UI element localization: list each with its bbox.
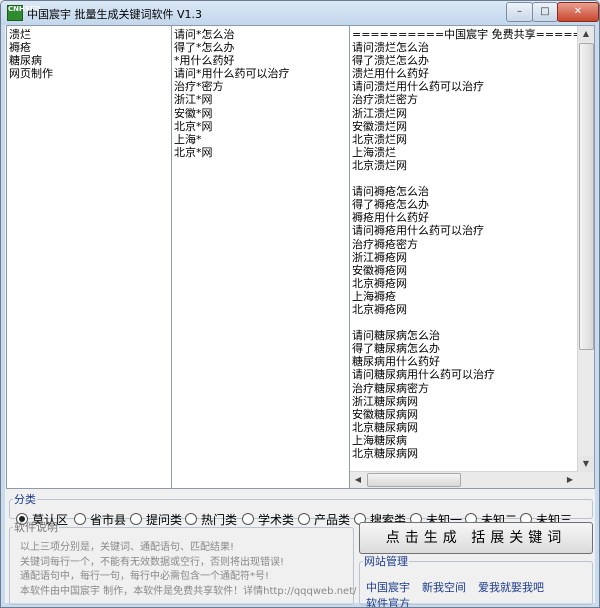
- description-line: 关键词每行一个，不能有无效数据或空行，否则将出现错误!: [20, 556, 285, 568]
- site-link-2[interactable]: 新我空间: [422, 581, 466, 594]
- site-link-1[interactable]: 中国宸宇: [366, 581, 410, 594]
- result-line: 浙江糖尿病网: [352, 394, 418, 408]
- template-line: 浙江*网: [174, 93, 213, 107]
- result-line: 安徽溃烂网: [352, 119, 407, 133]
- result-line: 北京糖尿病网: [352, 420, 418, 434]
- template-line: 治疗*密方: [174, 80, 224, 94]
- templates-textarea[interactable]: 请问*怎么治 得了*怎么办 *用什么药好 请问*用什么药可以治疗 治疗*密方 浙江*网 安徽…: [171, 25, 350, 489]
- description-text: 以上三项分别是，关键词、通配语句、匹配结果! 关键词每行一个，不能有无效数据或空行…: [20, 541, 357, 599]
- title-bar[interactable]: CNHSEO 中国宸宇 批量生成关键词软件 V1.3 – □ ✕: [1, 1, 599, 25]
- results-textarea[interactable]: ==========中国宸宇 免费共享==================请问溃…: [349, 25, 595, 489]
- result-line: 得了褥疮怎么办: [352, 198, 429, 212]
- close-button[interactable]: ✕: [557, 2, 599, 22]
- template-line: 北京*网: [174, 119, 213, 133]
- result-line: 安徽褥疮网: [352, 263, 407, 277]
- templates-lines: 请问*怎么治 得了*怎么办 *用什么药好 请问*用什么药可以治疗 治疗*密方 浙江*网 安徽…: [172, 26, 349, 161]
- template-line: 上海*: [174, 132, 202, 146]
- result-line: ==========中国宸宇 免费共享==================: [352, 28, 595, 41]
- app-icon: CNHSEO: [7, 5, 41, 21]
- scroll-corner: [578, 472, 594, 488]
- minimize-button[interactable]: –: [506, 2, 533, 22]
- keyword-line: 网页制作: [9, 67, 53, 81]
- category-group: 分类 莫认区 省市县 提问类 热门类 学术类 产品类 搜索类 未知一 未知二 未知三: [9, 491, 593, 527]
- app-window: CNHSEO 中国宸宇 批量生成关键词软件 V1.3 – □ ✕ 溃烂 褥疮 糖尿病…: [0, 0, 600, 608]
- keyword-line: 褥疮: [9, 41, 31, 55]
- site-management-group: 网站管理 中国宸宇 新我空间 爱我就娶我吧软件官方: [359, 553, 593, 607]
- result-line: 上海褥疮: [352, 289, 396, 303]
- result-line: 请问糖尿病怎么治: [352, 329, 440, 343]
- vertical-scroll-thumb[interactable]: [579, 43, 594, 350]
- site-management-legend: 网站管理: [364, 555, 408, 568]
- result-line: [352, 316, 592, 329]
- result-line: 北京褥疮网: [352, 302, 407, 316]
- keywords-lines: 溃烂 褥疮 糖尿病 网页制作: [7, 26, 171, 82]
- result-line: 上海糖尿病: [352, 433, 407, 447]
- result-line: 北京溃烂网: [352, 132, 407, 146]
- maximize-button[interactable]: □: [532, 2, 558, 22]
- template-line: 请问*怎么治: [174, 28, 235, 41]
- result-line: 安徽糖尿病网: [352, 407, 418, 421]
- result-line: 糖尿病用什么药好: [352, 355, 440, 369]
- scroll-left-icon[interactable]: ◀: [350, 472, 366, 488]
- window-title: 中国宸宇 批量生成关键词软件 V1.3: [27, 8, 203, 21]
- result-line: 溃烂用什么药好: [352, 67, 429, 81]
- site-link-3[interactable]: 爱我就娶我吧: [478, 581, 544, 594]
- result-line: 得了溃烂怎么办: [352, 54, 429, 68]
- category-legend: 分类: [14, 493, 36, 506]
- generate-keywords-button[interactable]: 点击生成 括展关键词: [359, 522, 593, 554]
- result-line: 褥疮用什么药好: [352, 211, 429, 225]
- site-link-4[interactable]: 软件官方: [366, 597, 410, 607]
- result-line: 北京褥疮网: [352, 276, 407, 290]
- template-line: 得了*怎么办: [174, 41, 235, 55]
- result-line: 请问褥疮怎么治: [352, 185, 429, 199]
- results-horizontal-scrollbar[interactable]: ◀ ▶: [350, 471, 578, 488]
- result-line: 北京糖尿病网: [352, 447, 418, 460]
- template-line: 请问*用什么药可以治疗: [174, 67, 290, 81]
- result-line: 治疗褥疮密方: [352, 237, 418, 251]
- client-area: 溃烂 褥疮 糖尿病 网页制作 请问*怎么治 得了*怎么办 *用什么药好 请问*用什么药可以治…: [5, 25, 595, 607]
- keyword-line: 糖尿病: [9, 54, 42, 68]
- result-line: 请问糖尿病用什么药可以治疗: [352, 368, 495, 382]
- scroll-down-icon[interactable]: ▼: [578, 456, 594, 472]
- site-links: 中国宸宇 新我空间 爱我就娶我吧软件官方: [366, 579, 590, 607]
- result-line: 浙江褥疮网: [352, 250, 407, 264]
- result-line: 请问溃烂用什么药可以治疗: [352, 80, 484, 94]
- result-line: 浙江溃烂网: [352, 106, 407, 120]
- template-line: 北京*网: [174, 145, 213, 159]
- keyword-line: 溃烂: [9, 28, 31, 41]
- template-line: *用什么药好: [174, 54, 235, 68]
- description-line: 本软件由中国宸宇 制作，本软件是免费共享软件！详情http://qqqweb.n…: [20, 585, 357, 597]
- result-line: [352, 172, 592, 185]
- description-line: 以上三项分别是，关键词、通配语句、匹配结果!: [20, 542, 235, 553]
- result-line: 得了糖尿病怎么办: [352, 342, 440, 356]
- results-vertical-scrollbar[interactable]: ▲ ▼: [577, 26, 594, 472]
- scroll-right-icon[interactable]: ▶: [562, 472, 578, 488]
- keywords-textarea[interactable]: 溃烂 褥疮 糖尿病 网页制作: [6, 25, 172, 489]
- description-line: 通配语句中，每行一句，每行中必需包含一个通配符*号!: [20, 571, 270, 583]
- result-line: 上海溃烂: [352, 145, 396, 159]
- result-line: 请问溃烂怎么治: [352, 41, 429, 55]
- horizontal-scroll-thumb[interactable]: [367, 473, 461, 487]
- results-lines: ==========中国宸宇 免费共享==================请问溃…: [350, 26, 594, 488]
- result-line: 治疗溃烂密方: [352, 93, 418, 107]
- description-legend: 软件说明: [14, 521, 58, 534]
- scroll-up-icon[interactable]: ▲: [578, 26, 594, 42]
- result-line: 治疗糖尿病密方: [352, 381, 429, 395]
- result-line: 请问褥疮用什么药可以治疗: [352, 224, 484, 238]
- result-line: 北京溃烂网: [352, 158, 407, 172]
- template-line: 安徽*网: [174, 106, 213, 120]
- description-group: 软件说明 以上三项分别是，关键词、通配语句、匹配结果! 关键词每行一个，不能有无效…: [9, 519, 357, 605]
